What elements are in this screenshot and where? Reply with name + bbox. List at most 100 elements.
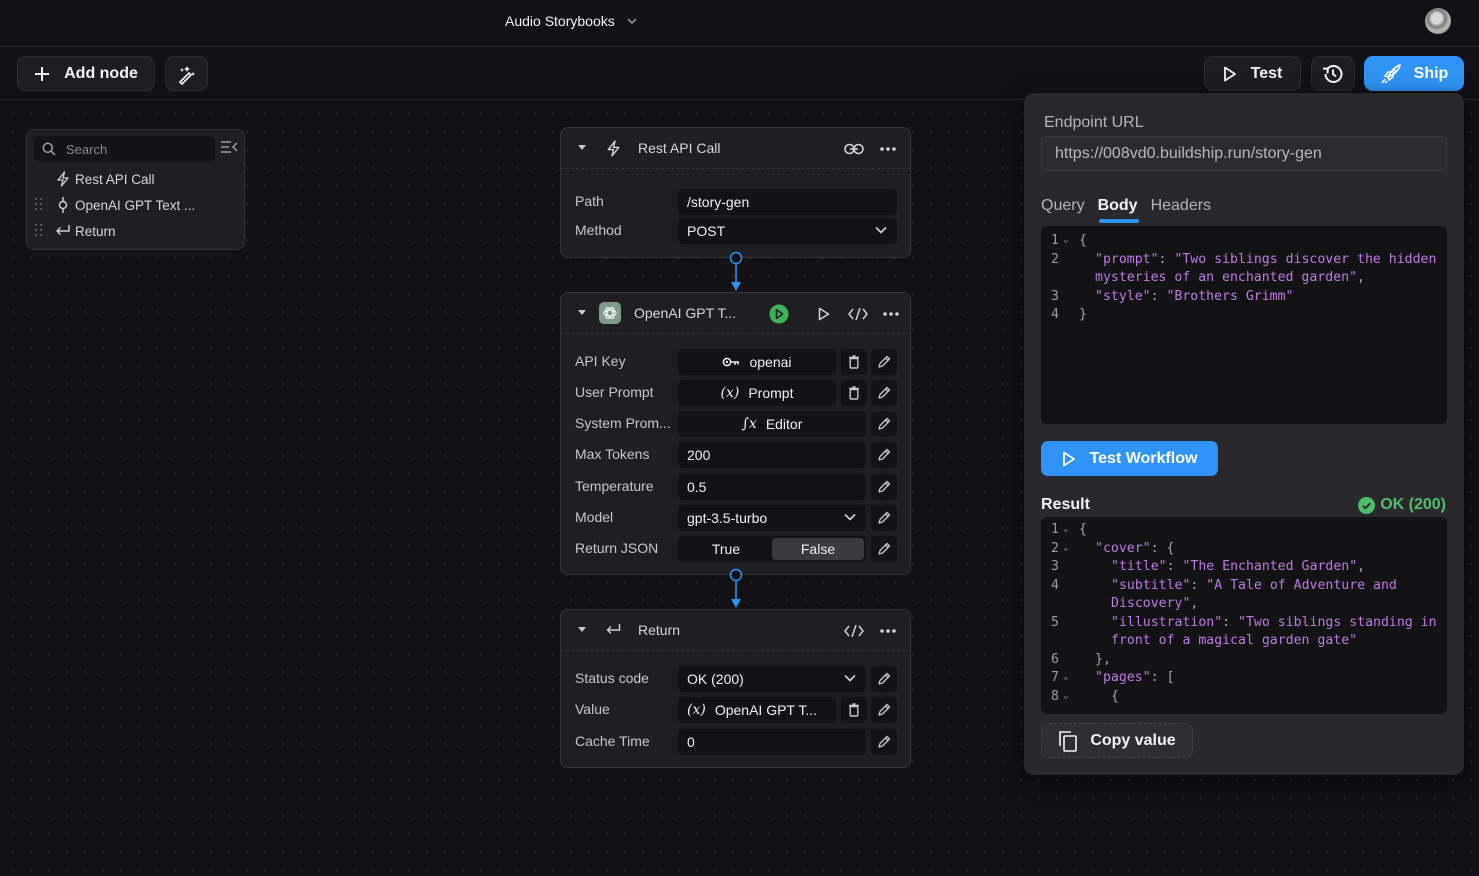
- test-panel: Endpoint URL https://008vd0.buildship.ru…: [1024, 93, 1464, 775]
- path-input[interactable]: /story-gen: [678, 189, 897, 215]
- edit-button[interactable]: [871, 442, 897, 468]
- delete-button[interactable]: [841, 697, 867, 723]
- field-label: Method: [575, 222, 622, 238]
- tab-body[interactable]: Body: [1098, 197, 1139, 223]
- outline-search-input[interactable]: [66, 141, 206, 157]
- node-openai-gpt[interactable]: OpenAI GPT T... API Key openai User Prom…: [560, 292, 911, 575]
- node-header[interactable]: OpenAI GPT T...: [561, 293, 910, 334]
- max-tokens-value: 200: [687, 447, 711, 463]
- copy-value-label: Copy value: [1090, 731, 1176, 749]
- collapse-caret-icon[interactable]: [578, 627, 586, 632]
- more-options-icon[interactable]: [880, 610, 896, 651]
- project-selector[interactable]: Audio Storybooks: [505, 13, 637, 29]
- trash-icon: [848, 386, 860, 400]
- temperature-input[interactable]: 0.5: [678, 474, 866, 500]
- toggle-option-true[interactable]: True: [680, 538, 772, 560]
- code-line: 1 ⌄ {: [1041, 232, 1447, 251]
- system-prompt-editor[interactable]: ∫x Editor: [678, 411, 866, 437]
- node-header[interactable]: Rest API Call: [561, 128, 910, 169]
- endpoint-url-value: https://008vd0.buildship.run/story-gen: [1055, 144, 1322, 162]
- return-arrow-icon: [51, 224, 75, 238]
- edit-button[interactable]: [871, 474, 897, 500]
- delete-button[interactable]: [841, 380, 867, 406]
- outline-search[interactable]: [34, 136, 215, 162]
- method-select[interactable]: POST: [678, 218, 897, 244]
- tab-query[interactable]: Query: [1041, 197, 1085, 223]
- outline-item-return[interactable]: Return: [35, 220, 116, 242]
- edit-button[interactable]: [871, 505, 897, 531]
- node-header[interactable]: Return: [561, 610, 910, 651]
- drag-handle-icon[interactable]: [35, 197, 51, 213]
- pencil-icon: [877, 511, 891, 525]
- toggle-option-false[interactable]: False: [772, 538, 864, 560]
- code-icon[interactable]: [844, 610, 864, 651]
- model-select[interactable]: gpt-3.5-turbo: [678, 505, 866, 531]
- pencil-icon: [877, 703, 891, 717]
- fold-chevron-icon[interactable]: ⌄: [1063, 687, 1068, 706]
- edit-button[interactable]: [871, 349, 897, 375]
- edit-button[interactable]: [871, 697, 897, 723]
- play-icon[interactable]: [818, 293, 830, 334]
- cache-time-input[interactable]: 0: [678, 729, 866, 755]
- outline-item-openai[interactable]: OpenAI GPT Text ...: [35, 194, 195, 216]
- more-options-icon[interactable]: [880, 128, 896, 169]
- fold-chevron-icon[interactable]: ⌄: [1063, 520, 1068, 539]
- fold-chevron-icon[interactable]: ⌄: [1063, 539, 1068, 558]
- ai-generate-button[interactable]: [165, 56, 208, 91]
- collapse-caret-icon[interactable]: [578, 310, 586, 315]
- return-json-toggle[interactable]: True False: [678, 536, 866, 562]
- edit-button[interactable]: [871, 380, 897, 406]
- node-rest-api-call[interactable]: Rest API Call Path /story-gen Method POS…: [560, 127, 911, 258]
- output-port[interactable]: [729, 568, 743, 582]
- code-line: 3 "title": "The Enchanted Garden",: [1041, 558, 1447, 577]
- commit-node-icon: [51, 197, 75, 213]
- run-status-icon[interactable]: [769, 293, 789, 334]
- outline-item-rest-api[interactable]: Rest API Call: [35, 168, 155, 190]
- endpoint-url-field[interactable]: https://008vd0.buildship.run/story-gen: [1041, 136, 1447, 171]
- test-workflow-label: Test Workflow: [1089, 449, 1198, 467]
- more-options-icon[interactable]: [883, 293, 899, 334]
- rocket-icon: [1380, 63, 1402, 85]
- user-avatar[interactable]: [1425, 8, 1451, 34]
- pencil-icon: [877, 417, 891, 431]
- collapse-caret-icon[interactable]: [578, 145, 586, 150]
- collapse-panel-icon[interactable]: [220, 140, 238, 154]
- tab-headers[interactable]: Headers: [1151, 197, 1211, 223]
- status-code-select[interactable]: OK (200): [678, 666, 866, 692]
- top-bar: Audio Storybooks: [0, 0, 1479, 47]
- code-icon[interactable]: [848, 293, 868, 334]
- delete-button[interactable]: [841, 349, 867, 375]
- edit-button[interactable]: [871, 729, 897, 755]
- test-workflow-button[interactable]: Test Workflow: [1041, 441, 1218, 476]
- value-variable[interactable]: (x) OpenAI GPT T...: [678, 697, 836, 723]
- edit-button[interactable]: [871, 411, 897, 437]
- edit-button[interactable]: [871, 666, 897, 692]
- max-tokens-input[interactable]: 200: [678, 442, 866, 468]
- key-icon: [722, 357, 740, 367]
- node-return[interactable]: Return Status code OK (200) Value (x) Op…: [560, 609, 911, 768]
- field-label: Model: [575, 509, 614, 525]
- result-status-badge: OK (200): [1358, 496, 1446, 514]
- system-prompt-value: Editor: [765, 416, 803, 432]
- edit-button[interactable]: [871, 536, 897, 562]
- result-viewer[interactable]: 1 ⌄ {2 ⌄ "cover": {3 "title": "The Enchanted …: [1041, 517, 1447, 714]
- fold-chevron-icon[interactable]: ⌄: [1063, 668, 1068, 687]
- code-text: "pages": [: [1095, 670, 1175, 685]
- output-port[interactable]: [729, 251, 743, 265]
- add-node-button[interactable]: Add node: [17, 56, 155, 91]
- endpoint-url-label: Endpoint URL: [1044, 114, 1144, 131]
- fold-chevron-icon[interactable]: ⌄: [1063, 231, 1068, 250]
- openai-logo-icon: [599, 302, 621, 324]
- history-button[interactable]: [1311, 56, 1355, 91]
- link-icon[interactable]: [844, 128, 864, 169]
- api-key-selector[interactable]: openai: [678, 349, 836, 375]
- magic-wand-icon: [176, 63, 198, 85]
- chevron-down-icon: [875, 226, 887, 234]
- field-row-user-prompt: User Prompt (x) Prompt: [561, 380, 912, 406]
- copy-value-button[interactable]: Copy value: [1041, 723, 1193, 758]
- ship-button[interactable]: Ship: [1364, 56, 1464, 91]
- user-prompt-variable[interactable]: (x) Prompt: [678, 380, 836, 406]
- test-button[interactable]: Test: [1204, 56, 1301, 91]
- request-body-editor[interactable]: 1 ⌄ {2 "prompt": "Two siblings discover the…: [1041, 226, 1447, 424]
- drag-handle-icon[interactable]: [35, 223, 51, 239]
